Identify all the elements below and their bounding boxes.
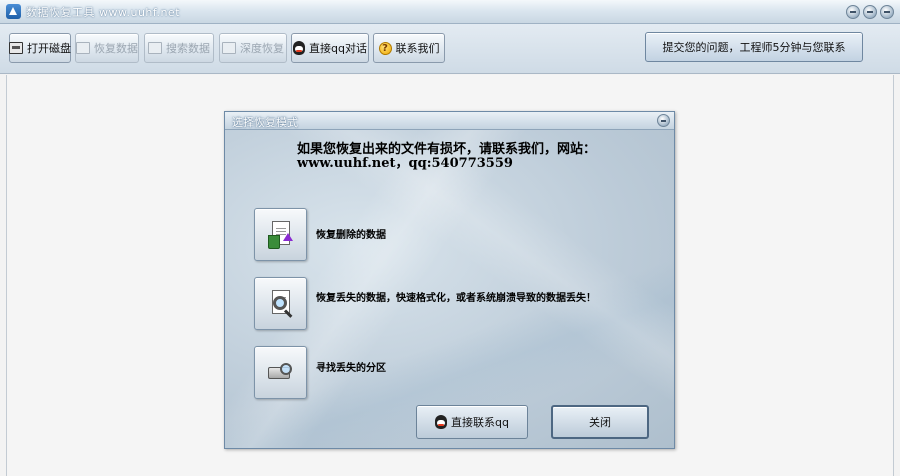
submit-question-label: 提交您的问题，工程师5分钟与您联系 — [662, 41, 846, 54]
disk-icon — [9, 42, 23, 54]
minimize-icon — [850, 11, 856, 13]
close-icon — [884, 11, 890, 13]
deep-restore-icon — [222, 42, 236, 54]
find-partition-label: 寻找丢失的分区 — [316, 363, 386, 374]
search-data-button[interactable]: 搜索数据 — [144, 33, 214, 63]
qq-icon — [435, 415, 448, 429]
help-icon — [378, 41, 392, 55]
recover-deleted-label: 恢复删除的数据 — [316, 230, 386, 241]
deep-restore-button[interactable]: 深度恢复 — [219, 33, 287, 63]
restore-icon — [76, 42, 90, 54]
drive-search-icon — [268, 359, 294, 387]
contact-qq-button[interactable]: 直接联系qq — [416, 405, 528, 439]
find-partition-button[interactable] — [254, 346, 307, 399]
maximize-icon — [867, 11, 873, 13]
search-data-icon — [148, 42, 162, 54]
contact-us-button[interactable]: 联系我们 — [373, 33, 445, 63]
recover-deleted-button[interactable] — [254, 208, 307, 261]
qq-chat-button[interactable]: 直接qq对话 — [291, 33, 369, 63]
app-logo-icon — [6, 4, 21, 19]
magnifier-document-icon — [268, 290, 294, 318]
window-title: 数据恢复工具 www.uuhf.net — [26, 6, 181, 19]
submit-question-button[interactable]: 提交您的问题，工程师5分钟与您联系 — [645, 32, 863, 62]
maximize-button[interactable] — [863, 5, 877, 19]
open-disk-button[interactable]: 打开磁盘 — [9, 33, 71, 63]
contact-notice: 如果您恢复出来的文件有损坏，请联系我们，网站：www.uuhf.net，qq:5… — [297, 142, 597, 171]
close-dialog-button[interactable]: 关闭 — [551, 405, 649, 439]
dialog-title: 选择恢复模式 — [232, 116, 298, 129]
recycle-document-icon — [268, 221, 294, 249]
minimize-button[interactable] — [846, 5, 860, 19]
dialog-title-bar[interactable]: 选择恢复模式 — [225, 112, 674, 130]
recover-lost-button[interactable] — [254, 277, 307, 330]
minimize-icon — [661, 120, 666, 122]
dialog-collapse-button[interactable] — [657, 114, 670, 127]
title-bar[interactable]: 数据恢复工具 www.uuhf.net — [0, 0, 900, 24]
close-window-button[interactable] — [880, 5, 894, 19]
recovery-mode-dialog: 选择恢复模式 如果您恢复出来的文件有损坏，请联系我们，网站：www.uuhf.n… — [224, 111, 675, 449]
qq-icon — [293, 41, 306, 55]
recover-lost-label: 恢复丢失的数据，快速格式化，或者系统崩溃导致的数据丢失！ — [316, 293, 596, 304]
toolbar: 打开磁盘 恢复数据 搜索数据 深度恢复 直接qq对话 联系我们 提交您的问题，工… — [0, 24, 900, 74]
restore-data-button[interactable]: 恢复数据 — [75, 33, 139, 63]
